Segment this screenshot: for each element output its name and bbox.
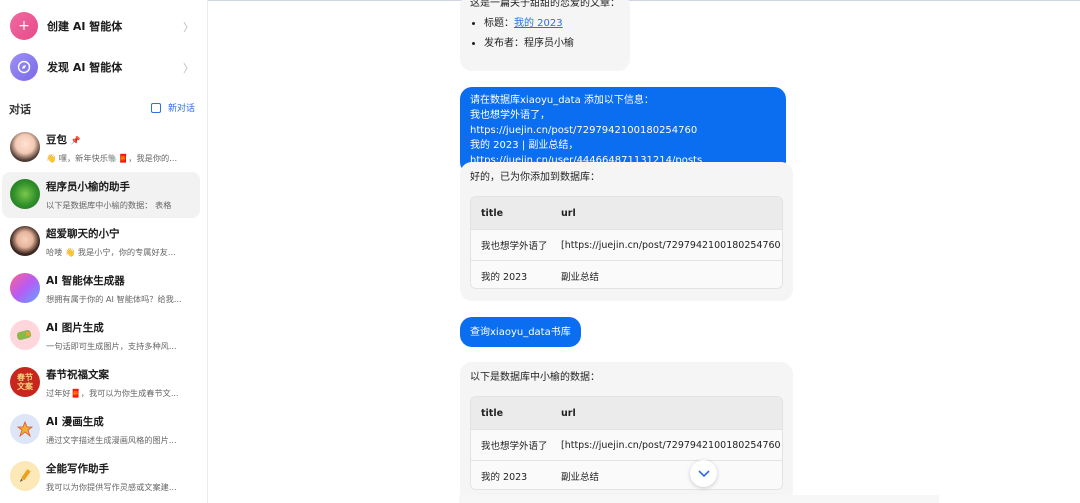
edit-icon bbox=[151, 102, 161, 113]
avatar bbox=[10, 132, 40, 162]
conversation-preview: 通过文字描述生成漫画风格的图片... bbox=[46, 435, 177, 445]
table-cell: 我也想学外语了 bbox=[481, 441, 548, 452]
discover-agent-label: 发现 AI 智能体 bbox=[47, 61, 123, 74]
conversation-item-spring-festival[interactable]: 春节文案 春节祝福文案 过年好🧧，我可以为你生成春节文... bbox=[2, 360, 200, 406]
compass-icon bbox=[10, 53, 38, 81]
create-agent-label: 创建 AI 智能体 bbox=[47, 20, 123, 33]
conversation-title: AI 图片生成 bbox=[46, 322, 104, 334]
sidebar: + 创建 AI 智能体 〉 发现 AI 智能体 〉 对话 新对话 豆包 📌 👋 … bbox=[0, 0, 208, 503]
avatar bbox=[10, 414, 40, 444]
plus-icon: + bbox=[10, 12, 38, 40]
table-header: title url bbox=[471, 397, 782, 429]
column-header: title bbox=[481, 407, 504, 419]
message-text: 以下是数据库中小榆的数据： bbox=[470, 372, 600, 383]
table-row: 我也想学外语了 [https://juejin.cn/post/72979421… bbox=[471, 229, 782, 260]
input-area-edge bbox=[459, 495, 939, 503]
conversation-title: 程序员小榆的助手 bbox=[46, 181, 130, 193]
conversation-title: AI 漫画生成 bbox=[46, 416, 104, 428]
conversation-item-doubao[interactable]: 豆包 📌 👋 嘿，新年快乐🐘🧧，我是你的... bbox=[2, 125, 200, 171]
avatar bbox=[10, 226, 40, 256]
avatar bbox=[10, 461, 40, 491]
chevron-right-icon: 〉 bbox=[183, 21, 194, 34]
user-message: 请在数据库xiaoyu_data 添加以下信息： 我也想学外语了，https:/… bbox=[460, 87, 786, 174]
conversation-preview: 哈喽 👋 我是小宁，你的专属好友... bbox=[46, 247, 176, 257]
conversation-preview: 一句话即可生成图片，支持多种风... bbox=[46, 341, 177, 351]
conversation-item-writing[interactable]: 全能写作助手 我可以为你提供写作灵感或文案建... bbox=[2, 454, 200, 500]
conversation-item-xiaoning[interactable]: 超爱聊天的小宁 哈喽 👋 我是小宁，你的专属好友... bbox=[2, 219, 200, 265]
article-link[interactable]: 我的 2023 bbox=[514, 18, 563, 29]
conversation-item-comic[interactable]: AI 漫画生成 通过文字描述生成漫画风格的图片... bbox=[2, 407, 200, 453]
create-agent-button[interactable]: + 创建 AI 智能体 〉 bbox=[10, 9, 200, 43]
conversation-preview: 过年好🧧，我可以为你生成春节文... bbox=[46, 388, 179, 398]
data-table: title url 我也想学外语了 [https://juejin.cn/pos… bbox=[470, 396, 783, 490]
avatar bbox=[10, 273, 40, 303]
conversation-title: 豆包 📌 bbox=[46, 134, 81, 146]
conversation-preview: 👋 嘿，新年快乐🐘🧧，我是你的... bbox=[46, 153, 178, 163]
conversation-item-agent-generator[interactable]: AI 智能体生成器 想拥有属于你的 AI 智能体吗？给我... bbox=[2, 266, 200, 312]
column-header: url bbox=[561, 407, 576, 419]
new-chat-button[interactable]: 新对话 bbox=[151, 101, 195, 114]
data-table: title url 我也想学外语了 [https://juejin.cn/pos… bbox=[470, 196, 783, 289]
conversation-title: AI 智能体生成器 bbox=[46, 275, 125, 287]
pin-icon: 📌 bbox=[70, 136, 81, 145]
chat-panel: 这是一篇关于甜甜的恋爱的文章： 标题：我的 2023 发布者：程序员小榆 请在数… bbox=[209, 0, 1080, 503]
message-line: 请在数据库xiaoyu_data 添加以下信息： bbox=[470, 95, 654, 106]
ai-message: 这是一篇关于甜甜的恋爱的文章： 标题：我的 2023 发布者：程序员小榆 bbox=[460, 0, 630, 71]
conversation-preview: 以下是数据库中小榆的数据： 表格 bbox=[46, 200, 172, 210]
conversation-title: 春节祝福文案 bbox=[46, 369, 109, 381]
conversation-preview: 我可以为你提供写作灵感或文案建... bbox=[46, 482, 177, 492]
conversation-item-image-gen[interactable]: AI 图片生成 一句话即可生成图片，支持多种风... bbox=[2, 313, 200, 359]
list-item: 标题：我的 2023 bbox=[484, 16, 620, 32]
message-text: 查询xiaoyu_data书库 bbox=[470, 327, 571, 338]
chevron-down-icon bbox=[697, 469, 710, 477]
scroll-to-bottom-button[interactable] bbox=[690, 460, 717, 487]
message-text: 好的，已为你添加到数据库： bbox=[470, 172, 600, 183]
conversations-heading: 对话 bbox=[9, 103, 31, 116]
chevron-right-icon: 〉 bbox=[183, 62, 194, 75]
list-item: 发布者：程序员小榆 bbox=[484, 36, 620, 52]
avatar bbox=[10, 320, 40, 350]
table-cell: 我也想学外语了 bbox=[481, 241, 548, 252]
table-cell: 我的 2023 bbox=[481, 272, 528, 283]
new-chat-label: 新对话 bbox=[168, 104, 196, 114]
table-cell: 副业总结 bbox=[561, 472, 600, 483]
column-header: title bbox=[481, 207, 504, 219]
message-line: 我也想学外语了，https://juejin.cn/post/729794210… bbox=[470, 110, 698, 136]
message-text: 这是一篇关于甜甜的恋爱的文章： bbox=[470, 0, 620, 9]
table-cell: 副业总结 bbox=[561, 272, 600, 283]
avatar bbox=[10, 179, 40, 209]
app-window: + 创建 AI 智能体 〉 发现 AI 智能体 〉 对话 新对话 豆包 📌 👋 … bbox=[0, 0, 1080, 503]
discover-agent-button[interactable]: 发现 AI 智能体 〉 bbox=[10, 50, 200, 84]
table-row: 我也想学外语了 [https://juejin.cn/post/72979421… bbox=[471, 429, 782, 460]
table-cell: [https://juejin.cn/post/7297942100180254… bbox=[561, 239, 781, 251]
user-message: 查询xiaoyu_data书库 bbox=[460, 317, 581, 347]
table-cell: 我的 2023 bbox=[481, 472, 528, 483]
table-row: 我的 2023 副业总结 bbox=[471, 260, 782, 288]
column-header: url bbox=[561, 207, 576, 219]
avatar: 春节文案 bbox=[10, 367, 40, 397]
conversation-title: 全能写作助手 bbox=[46, 463, 109, 475]
conversation-title: 超爱聊天的小宁 bbox=[46, 228, 120, 240]
conversation-item-assistant[interactable]: 程序员小榆的助手 以下是数据库中小榆的数据： 表格 bbox=[2, 172, 200, 218]
table-cell: [https://juejin.cn/post/7297942100180254… bbox=[561, 439, 781, 451]
table-row: 我的 2023 副业总结 bbox=[471, 460, 782, 489]
table-header: title url bbox=[471, 197, 782, 229]
conversation-preview: 想拥有属于你的 AI 智能体吗？给我... bbox=[46, 294, 182, 304]
